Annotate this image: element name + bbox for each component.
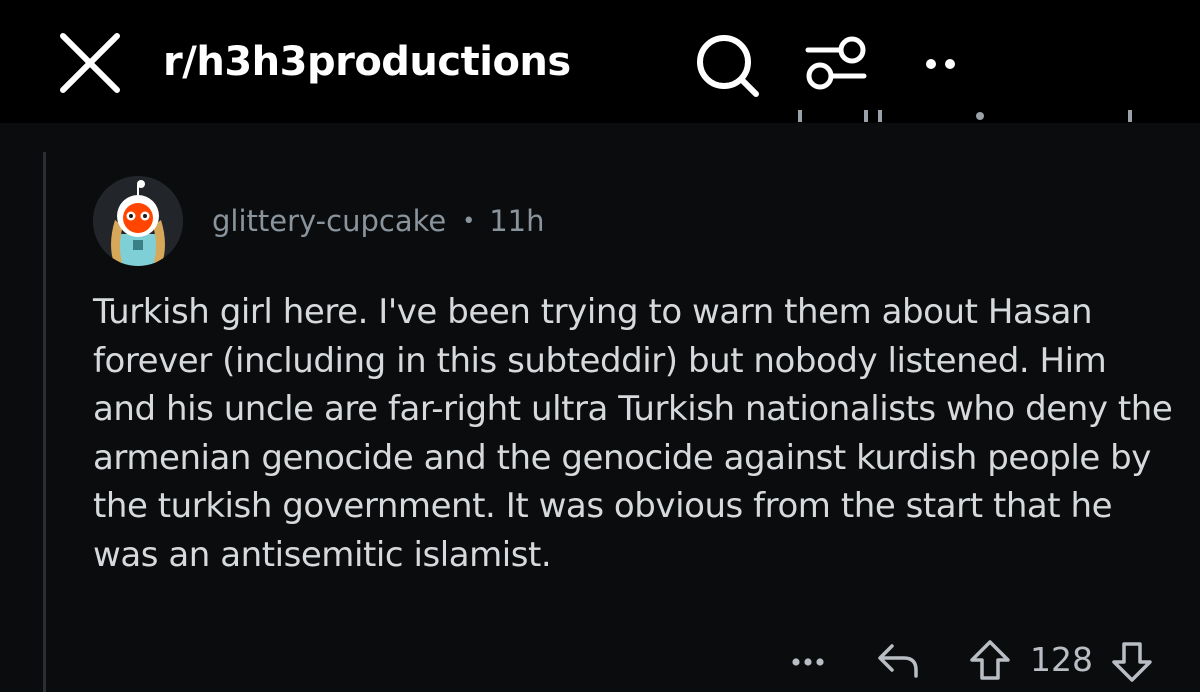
reply-icon [878,644,918,678]
upvote-button[interactable] [966,636,1014,684]
downvote-icon [1112,642,1152,682]
downvote-button[interactable] [1108,636,1156,684]
more-options-icon [792,658,824,666]
search-icon [697,35,759,97]
comment-body: Turkish girl here. I've been trying to w… [93,292,1173,575]
comment-meta: glittery-cupcake • 11h [212,198,544,244]
reply-button[interactable] [872,636,924,684]
vote-score: 128 [1030,640,1093,679]
comment-age: 11h [489,204,545,238]
more-menu-button[interactable] [910,42,970,82]
search-button[interactable] [690,28,768,98]
comment-more-button[interactable] [786,636,832,684]
more-dots-icon [926,59,955,69]
filter-sliders-icon [805,36,867,90]
username[interactable]: glittery-cupcake [212,204,446,238]
snoo-avatar-image [93,176,183,266]
meta-separator: • [462,208,476,234]
top-bar: r/h3h3productions [0,0,1200,123]
thread-line[interactable] [43,152,46,692]
upvote-icon [970,640,1010,680]
filter-button[interactable] [800,28,880,98]
subreddit-title[interactable]: r/h3h3productions [163,36,571,88]
user-avatar[interactable] [93,176,183,266]
previous-comment-actions-partial [780,110,1140,132]
close-button[interactable] [55,26,127,98]
close-icon [60,33,120,93]
